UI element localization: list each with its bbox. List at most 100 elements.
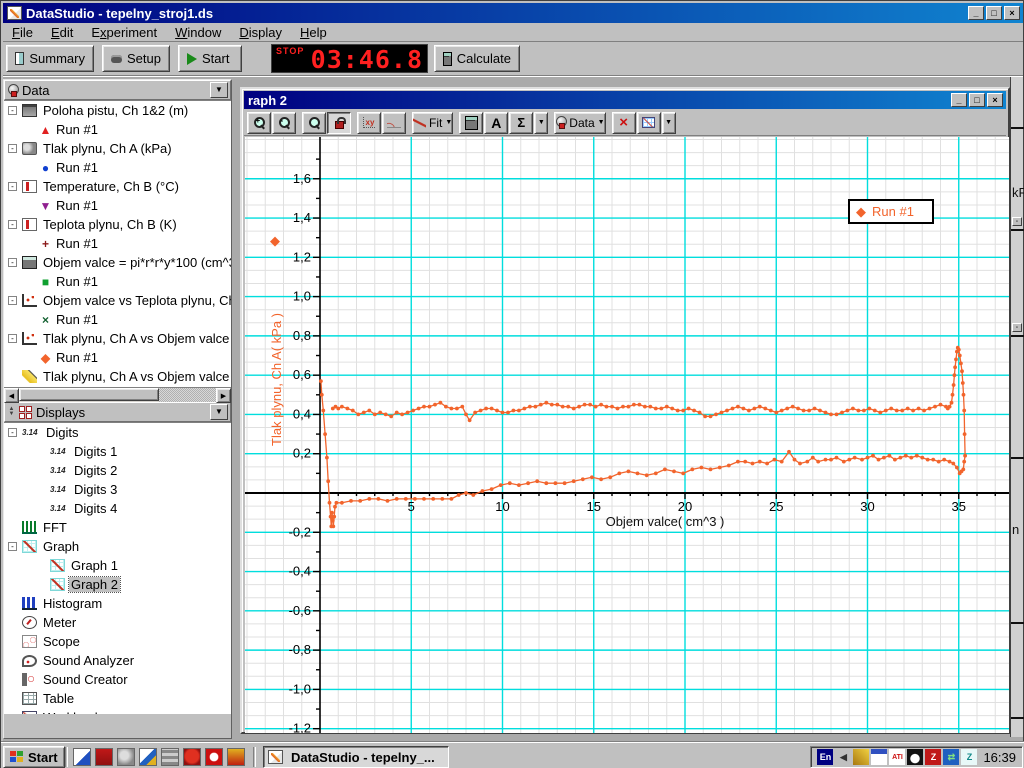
data-panel-dropdown[interactable]: ▼: [210, 82, 228, 98]
close-button[interactable]: ×: [1004, 6, 1020, 20]
graph-settings-dropdown[interactable]: ▼: [662, 112, 676, 134]
menu-help[interactable]: Help: [291, 23, 336, 42]
run-item[interactable]: +Run #1: [4, 234, 231, 253]
smart-tool-button[interactable]: xy: [357, 112, 381, 134]
minimize-button[interactable]: _: [968, 6, 984, 20]
volume-icon[interactable]: ◀: [835, 749, 851, 765]
expander-icon[interactable]: -: [8, 334, 17, 343]
expander-icon[interactable]: -: [8, 428, 17, 437]
keyboard-layout-en[interactable]: En: [817, 749, 833, 765]
diskeeper-icon[interactable]: Z: [925, 749, 941, 765]
run-item[interactable]: ■Run #1: [4, 272, 231, 291]
displays-tree-item[interactable]: -Scope: [4, 632, 231, 651]
displays-tree-item[interactable]: -Graph 1: [4, 556, 231, 575]
spin-arrows-icon[interactable]: ▲▼: [7, 407, 16, 417]
ink-pen-icon[interactable]: [139, 748, 157, 766]
scroll-thumb[interactable]: [19, 388, 159, 401]
run-item[interactable]: ▼Run #1: [4, 196, 231, 215]
graph2-titlebar[interactable]: raph 2 _ □ ×: [244, 91, 1006, 109]
notepad-icon[interactable]: [73, 748, 91, 766]
displays-panel-header[interactable]: ▲▼ Displays ▼: [4, 402, 231, 422]
menu-edit[interactable]: Edit: [42, 23, 82, 42]
expander-icon[interactable]: -: [8, 106, 17, 115]
expander-icon[interactable]: -: [8, 144, 17, 153]
displays-tree-item[interactable]: -FFT: [4, 518, 231, 537]
displays-tree-item[interactable]: -Table: [4, 689, 231, 708]
penguin-icon[interactable]: [907, 749, 923, 765]
pencil-tool-icon[interactable]: [853, 749, 869, 765]
data-tree-item[interactable]: -Tlak plynu, Ch A vs Objem valce: [4, 367, 231, 386]
graph-close-button[interactable]: ×: [987, 93, 1003, 107]
displays-tree-item[interactable]: -3.14Digits 1: [4, 442, 231, 461]
data-panel-header[interactable]: Data ▼: [4, 80, 231, 100]
expander-icon[interactable]: -: [8, 220, 17, 229]
scroll-left-icon[interactable]: ◀: [4, 388, 19, 403]
expander-icon[interactable]: -: [8, 258, 17, 267]
taskbar-task-datastudio[interactable]: DataStudio - tepelny_...: [263, 746, 449, 768]
calculate-button[interactable]: [459, 112, 483, 134]
scroll-right-icon[interactable]: ▶: [216, 388, 231, 403]
main-titlebar[interactable]: DataStudio - tepelny_stroj1.ds _ □ ×: [3, 3, 1023, 23]
slope-tool-button[interactable]: [382, 112, 406, 134]
data-tree-item[interactable]: -Temperature, Ch B (°C): [4, 177, 231, 196]
graph-maximize-button[interactable]: □: [969, 93, 985, 107]
menu-window[interactable]: Window: [166, 23, 230, 42]
displays-tree-item[interactable]: -Meter: [4, 613, 231, 632]
setup-button[interactable]: Setup: [102, 45, 170, 72]
chart-legend[interactable]: ◆ Run #1: [848, 199, 934, 224]
data-tree-item[interactable]: -Tlak plynu, Ch A vs Objem valce: [4, 329, 231, 348]
menu-display[interactable]: Display: [230, 23, 291, 42]
graph-settings-button[interactable]: [637, 112, 661, 134]
dragon-icon[interactable]: [183, 748, 201, 766]
maximize-button[interactable]: □: [986, 6, 1002, 20]
expander-icon[interactable]: -: [8, 542, 17, 551]
displays-panel-dropdown[interactable]: ▼: [210, 404, 228, 420]
calculate-button[interactable]: Calculate: [434, 45, 520, 72]
data-tree-item[interactable]: -Teplota plynu, Ch B (K): [4, 215, 231, 234]
expander-icon[interactable]: -: [8, 296, 17, 305]
displays-tree-item[interactable]: -3.14Digits 4: [4, 499, 231, 518]
scheduler-icon[interactable]: [871, 749, 887, 765]
statistics-button[interactable]: Σ: [509, 112, 533, 134]
text-annotation-button[interactable]: A: [484, 112, 508, 134]
graph-minimize-button[interactable]: _: [951, 93, 967, 107]
displays-tree-item[interactable]: -Graph 2: [4, 575, 231, 594]
remove-button[interactable]: ×: [612, 112, 636, 134]
menu-experiment[interactable]: Experiment: [82, 23, 166, 42]
displays-tree-item[interactable]: -Histogram: [4, 594, 231, 613]
data-tree-item[interactable]: -Objem valce = pi*r*r*y*100 (cm^3: [4, 253, 231, 272]
start-menu-button[interactable]: Start: [3, 746, 65, 768]
ati-icon[interactable]: ATI: [889, 749, 905, 765]
displays-tree-item[interactable]: -Graph: [4, 537, 231, 556]
displays-tree-item[interactable]: -Workbook: [4, 708, 231, 714]
data-tree-item[interactable]: -Poloha pistu, Ch 1&2 (m): [4, 101, 231, 120]
summary-button[interactable]: Summary: [6, 45, 94, 72]
run-item[interactable]: ●Run #1: [4, 158, 231, 177]
dove-icon[interactable]: [117, 748, 135, 766]
fit-button[interactable]: Fit▼: [412, 112, 453, 134]
run-item[interactable]: ◆Run #1: [4, 348, 231, 367]
scale-lock-button[interactable]: [327, 112, 351, 134]
displays-tree-item[interactable]: -3.14Digits 2: [4, 461, 231, 480]
data-panel-hscrollbar[interactable]: ◀ ▶: [4, 387, 231, 402]
statistics-dropdown[interactable]: ▼: [534, 112, 548, 134]
zoom-in-button[interactable]: +: [247, 112, 271, 134]
data-button[interactable]: Data▼: [554, 112, 605, 134]
expander-icon[interactable]: -: [8, 182, 17, 191]
displays-tree-item[interactable]: -Sound Analyzer: [4, 651, 231, 670]
zoom-out-button[interactable]: -: [272, 112, 296, 134]
z-tool-icon[interactable]: Z: [961, 749, 977, 765]
calculator-icon[interactable]: [161, 748, 179, 766]
acrobat-icon[interactable]: [95, 748, 113, 766]
start-button[interactable]: Start: [178, 45, 242, 72]
data-tree-item[interactable]: -Objem valce vs Teplota plynu, Ch: [4, 291, 231, 310]
zoom-select-button[interactable]: [302, 112, 326, 134]
flame-icon[interactable]: [227, 748, 245, 766]
displays-tree-item[interactable]: -3.14Digits 3: [4, 480, 231, 499]
sync-arrows-icon[interactable]: ⇄: [943, 749, 959, 765]
run-item[interactable]: ×Run #1: [4, 310, 231, 329]
opera-icon[interactable]: [205, 748, 223, 766]
menu-file[interactable]: File: [3, 23, 42, 42]
displays-tree-item[interactable]: -Sound Creator: [4, 670, 231, 689]
run-item[interactable]: ▲Run #1: [4, 120, 231, 139]
